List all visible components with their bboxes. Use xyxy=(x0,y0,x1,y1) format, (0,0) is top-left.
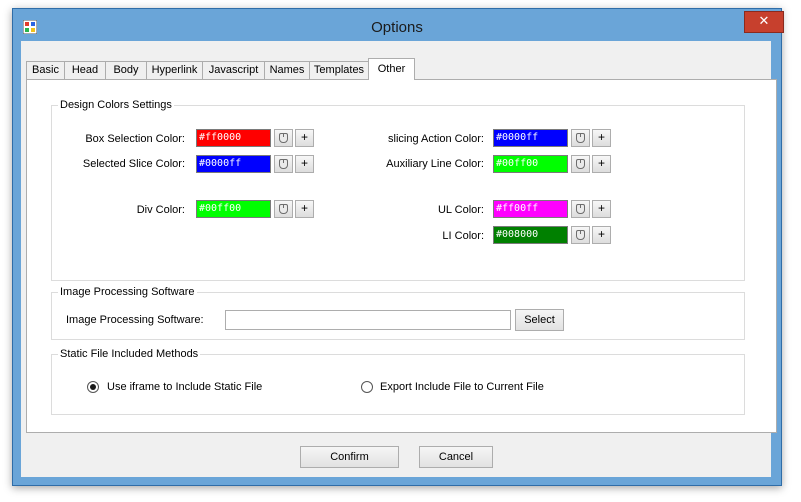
box-selection-add-button[interactable]: + xyxy=(295,129,314,147)
selected-slice-picker-button[interactable] xyxy=(274,155,293,173)
box-selection-picker-button[interactable] xyxy=(274,129,293,147)
image-software-group: Image Processing Software Image Processi… xyxy=(51,286,745,340)
tab-head[interactable]: Head xyxy=(64,61,106,79)
other-tab-page: Design Colors Settings Box Selection Col… xyxy=(26,79,777,433)
export-option-label[interactable]: Export Include File to Current File xyxy=(380,381,544,393)
li-color-field[interactable]: #008000 xyxy=(493,226,568,244)
slicing-action-add-button[interactable]: + xyxy=(592,129,611,147)
color-picker-icon xyxy=(576,133,585,143)
tab-body[interactable]: Body xyxy=(105,61,147,79)
div-color-add-button[interactable]: + xyxy=(295,200,314,218)
color-picker-icon xyxy=(279,204,288,214)
image-software-input[interactable] xyxy=(225,310,511,330)
color-picker-icon xyxy=(576,204,585,214)
tab-names[interactable]: Names xyxy=(264,61,310,79)
box-selection-color-field[interactable]: #ff0000 xyxy=(196,129,271,147)
box-selection-label: Box Selection Color: xyxy=(85,133,185,145)
select-software-button[interactable]: Select xyxy=(515,309,564,331)
li-color-picker-button[interactable] xyxy=(571,226,590,244)
li-color-add-button[interactable]: + xyxy=(592,226,611,244)
ul-color-field[interactable]: #ff00ff xyxy=(493,200,568,218)
color-picker-icon xyxy=(576,159,585,169)
ul-color-picker-button[interactable] xyxy=(571,200,590,218)
auxiliary-line-add-button[interactable]: + xyxy=(592,155,611,173)
title-bar[interactable]: Options ✕ xyxy=(13,9,784,43)
design-colors-legend: Design Colors Settings xyxy=(58,99,174,111)
confirm-button[interactable]: Confirm xyxy=(300,446,399,468)
div-color-field[interactable]: #00ff00 xyxy=(196,200,271,218)
tab-javascript[interactable]: Javascript xyxy=(202,61,265,79)
options-window: Options ✕ Basic Head Body Hyperlink Java… xyxy=(12,8,784,486)
static-file-legend: Static File Included Methods xyxy=(58,348,201,360)
color-picker-icon xyxy=(576,230,585,240)
design-colors-group: Design Colors Settings Box Selection Col… xyxy=(51,99,745,281)
dialog-body: Basic Head Body Hyperlink Javascript Nam… xyxy=(21,41,777,477)
color-picker-icon xyxy=(279,159,288,169)
selected-slice-add-button[interactable]: + xyxy=(295,155,314,173)
ul-color-add-button[interactable]: + xyxy=(592,200,611,218)
auxiliary-line-label: Auxiliary Line Color: xyxy=(386,158,484,170)
slicing-action-picker-button[interactable] xyxy=(571,129,590,147)
tab-basic[interactable]: Basic xyxy=(26,61,65,79)
close-icon: ✕ xyxy=(758,14,770,29)
selected-slice-label: Selected Slice Color: xyxy=(82,158,185,170)
image-software-legend: Image Processing Software xyxy=(58,286,197,298)
tab-templates[interactable]: Templates xyxy=(309,61,369,79)
static-file-group: Static File Included Methods Use iframe … xyxy=(51,348,745,415)
window-title: Options xyxy=(371,19,423,36)
color-picker-icon xyxy=(279,133,288,143)
ul-color-label: UL Color: xyxy=(437,204,484,216)
div-color-label: Div Color: xyxy=(136,204,185,216)
tab-hyperlink[interactable]: Hyperlink xyxy=(146,61,203,79)
close-button[interactable]: ✕ xyxy=(744,11,784,33)
iframe-option-label[interactable]: Use iframe to Include Static File xyxy=(107,381,262,393)
li-color-label: LI Color: xyxy=(442,230,484,242)
image-software-label: Image Processing Software: xyxy=(66,314,204,326)
export-radio[interactable] xyxy=(361,381,373,393)
div-color-picker-button[interactable] xyxy=(274,200,293,218)
selected-slice-color-field[interactable]: #0000ff xyxy=(196,155,271,173)
slicing-action-color-field[interactable]: #0000ff xyxy=(493,129,568,147)
iframe-radio[interactable] xyxy=(87,381,99,393)
slicing-action-label: slicing Action Color: xyxy=(388,133,484,145)
tab-other[interactable]: Other xyxy=(368,58,415,80)
auxiliary-line-color-field[interactable]: #00ff00 xyxy=(493,155,568,173)
cancel-button[interactable]: Cancel xyxy=(419,446,493,468)
auxiliary-line-picker-button[interactable] xyxy=(571,155,590,173)
